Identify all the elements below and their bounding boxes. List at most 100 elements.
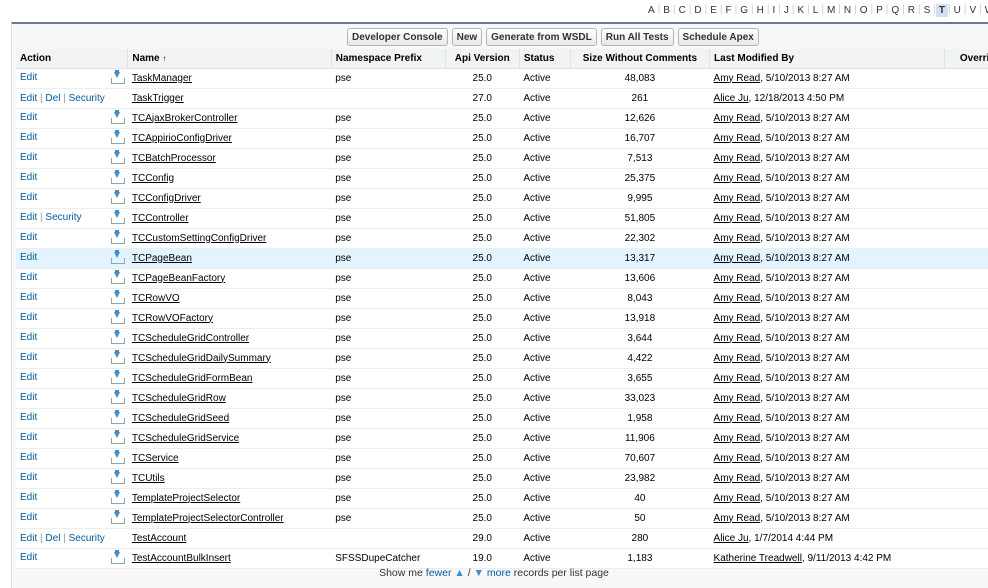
- class-name-link[interactable]: TCUtils: [132, 473, 165, 484]
- edit-link[interactable]: Edit: [20, 192, 37, 203]
- class-name-link[interactable]: TCScheduleGridSeed: [132, 413, 229, 424]
- edit-link[interactable]: Edit: [20, 472, 37, 483]
- user-link[interactable]: Amy Read: [714, 453, 761, 464]
- edit-link[interactable]: Edit: [20, 432, 37, 443]
- letter-q[interactable]: Q: [888, 4, 902, 17]
- del-link[interactable]: Del: [45, 93, 60, 104]
- class-name-link[interactable]: TemplateProjectSelector: [132, 493, 240, 504]
- letter-p[interactable]: P: [873, 4, 886, 17]
- letter-d[interactable]: D: [691, 4, 704, 17]
- class-name-link[interactable]: TemplateProjectSelectorController: [132, 513, 284, 524]
- download-icon[interactable]: [110, 172, 125, 184]
- new-button[interactable]: New: [451, 28, 483, 46]
- user-link[interactable]: Amy Read: [714, 473, 761, 484]
- column-header-namespace-prefix[interactable]: Namespace Prefix: [331, 49, 446, 69]
- edit-link[interactable]: Edit: [20, 312, 37, 323]
- class-name-link[interactable]: TCScheduleGridRow: [132, 393, 226, 404]
- user-link[interactable]: Amy Read: [714, 253, 761, 264]
- user-link[interactable]: Katherine Treadwell: [714, 553, 802, 564]
- letter-i[interactable]: I: [769, 4, 778, 17]
- edit-link[interactable]: Edit: [20, 212, 37, 223]
- column-header-name[interactable]: Name ↑: [127, 49, 332, 69]
- edit-link[interactable]: Edit: [20, 172, 37, 183]
- download-icon[interactable]: [110, 192, 125, 204]
- class-name-link[interactable]: TCCustomSettingConfigDriver: [132, 233, 267, 244]
- letter-k[interactable]: K: [794, 4, 807, 17]
- download-icon[interactable]: [110, 332, 125, 344]
- class-name-link[interactable]: TCAjaxBrokerController: [132, 113, 238, 124]
- download-icon[interactable]: [110, 152, 125, 164]
- letter-o[interactable]: O: [857, 4, 871, 17]
- user-link[interactable]: Amy Read: [714, 393, 761, 404]
- user-link[interactable]: Amy Read: [714, 493, 761, 504]
- more-link[interactable]: ▼ more: [474, 567, 511, 579]
- class-name-link[interactable]: TCController: [132, 213, 189, 224]
- letter-c[interactable]: C: [676, 4, 689, 17]
- edit-link[interactable]: Edit: [20, 372, 37, 383]
- download-icon[interactable]: [110, 492, 125, 504]
- user-link[interactable]: Alice Ju: [714, 533, 749, 544]
- download-icon[interactable]: [110, 452, 125, 464]
- column-header-last-modified-by[interactable]: Last Modified By: [709, 49, 945, 69]
- edit-link[interactable]: Edit: [20, 533, 37, 544]
- developer-console-button[interactable]: Developer Console: [347, 28, 448, 46]
- letter-s[interactable]: S: [921, 4, 934, 17]
- security-link[interactable]: Security: [45, 212, 81, 223]
- download-icon[interactable]: [110, 412, 125, 424]
- letter-e[interactable]: E: [707, 4, 720, 17]
- security-link[interactable]: Security: [69, 533, 105, 544]
- edit-link[interactable]: Edit: [20, 352, 37, 363]
- column-header-action[interactable]: Action: [16, 49, 129, 69]
- user-link[interactable]: Amy Read: [714, 233, 761, 244]
- download-icon[interactable]: [110, 72, 125, 84]
- letter-f[interactable]: F: [723, 4, 735, 17]
- letter-b[interactable]: B: [660, 4, 673, 17]
- user-link[interactable]: Amy Read: [714, 153, 761, 164]
- edit-link[interactable]: Edit: [20, 412, 37, 423]
- letter-g[interactable]: G: [737, 4, 751, 17]
- column-header-api-version[interactable]: Api Version: [445, 49, 520, 69]
- letter-m[interactable]: M: [824, 4, 838, 17]
- user-link[interactable]: Amy Read: [714, 193, 761, 204]
- user-link[interactable]: Alice Ju: [714, 93, 749, 104]
- download-icon[interactable]: [110, 252, 125, 264]
- class-name-link[interactable]: TCRowVOFactory: [132, 313, 213, 324]
- edit-link[interactable]: Edit: [20, 492, 37, 503]
- edit-link[interactable]: Edit: [20, 72, 37, 83]
- edit-link[interactable]: Edit: [20, 512, 37, 523]
- download-icon[interactable]: [110, 352, 125, 364]
- letter-h[interactable]: H: [754, 4, 767, 17]
- download-icon[interactable]: [110, 312, 125, 324]
- generate-from-wsdl-button[interactable]: Generate from WSDL: [486, 28, 597, 46]
- user-link[interactable]: Amy Read: [714, 293, 761, 304]
- edit-link[interactable]: Edit: [20, 452, 37, 463]
- letter-t[interactable]: T: [935, 4, 949, 17]
- edit-link[interactable]: Edit: [20, 552, 37, 563]
- edit-link[interactable]: Edit: [20, 232, 37, 243]
- class-name-link[interactable]: TaskTrigger: [132, 93, 184, 104]
- user-link[interactable]: Amy Read: [714, 113, 761, 124]
- letter-j[interactable]: J: [781, 4, 792, 17]
- user-link[interactable]: Amy Read: [714, 373, 761, 384]
- letter-u[interactable]: U: [951, 4, 964, 17]
- download-icon[interactable]: [110, 232, 125, 244]
- fewer-link[interactable]: fewer ▲: [426, 567, 465, 579]
- download-icon[interactable]: [110, 392, 125, 404]
- user-link[interactable]: Amy Read: [714, 433, 761, 444]
- edit-link[interactable]: Edit: [20, 93, 37, 104]
- user-link[interactable]: Amy Read: [714, 353, 761, 364]
- class-name-link[interactable]: TCPageBean: [132, 253, 192, 264]
- letter-n[interactable]: N: [841, 4, 854, 17]
- download-icon[interactable]: [110, 432, 125, 444]
- download-icon[interactable]: [110, 112, 125, 124]
- letter-r[interactable]: R: [905, 4, 918, 17]
- run-all-tests-button[interactable]: Run All Tests: [600, 28, 674, 46]
- class-name-link[interactable]: TCScheduleGridDailySummary: [132, 353, 271, 364]
- download-icon[interactable]: [110, 292, 125, 304]
- letter-l[interactable]: L: [810, 4, 822, 17]
- edit-link[interactable]: Edit: [20, 252, 37, 263]
- class-name-link[interactable]: TCPageBeanFactory: [132, 273, 225, 284]
- user-link[interactable]: Amy Read: [714, 313, 761, 324]
- download-icon[interactable]: [110, 272, 125, 284]
- column-header-override[interactable]: Override: [944, 49, 988, 69]
